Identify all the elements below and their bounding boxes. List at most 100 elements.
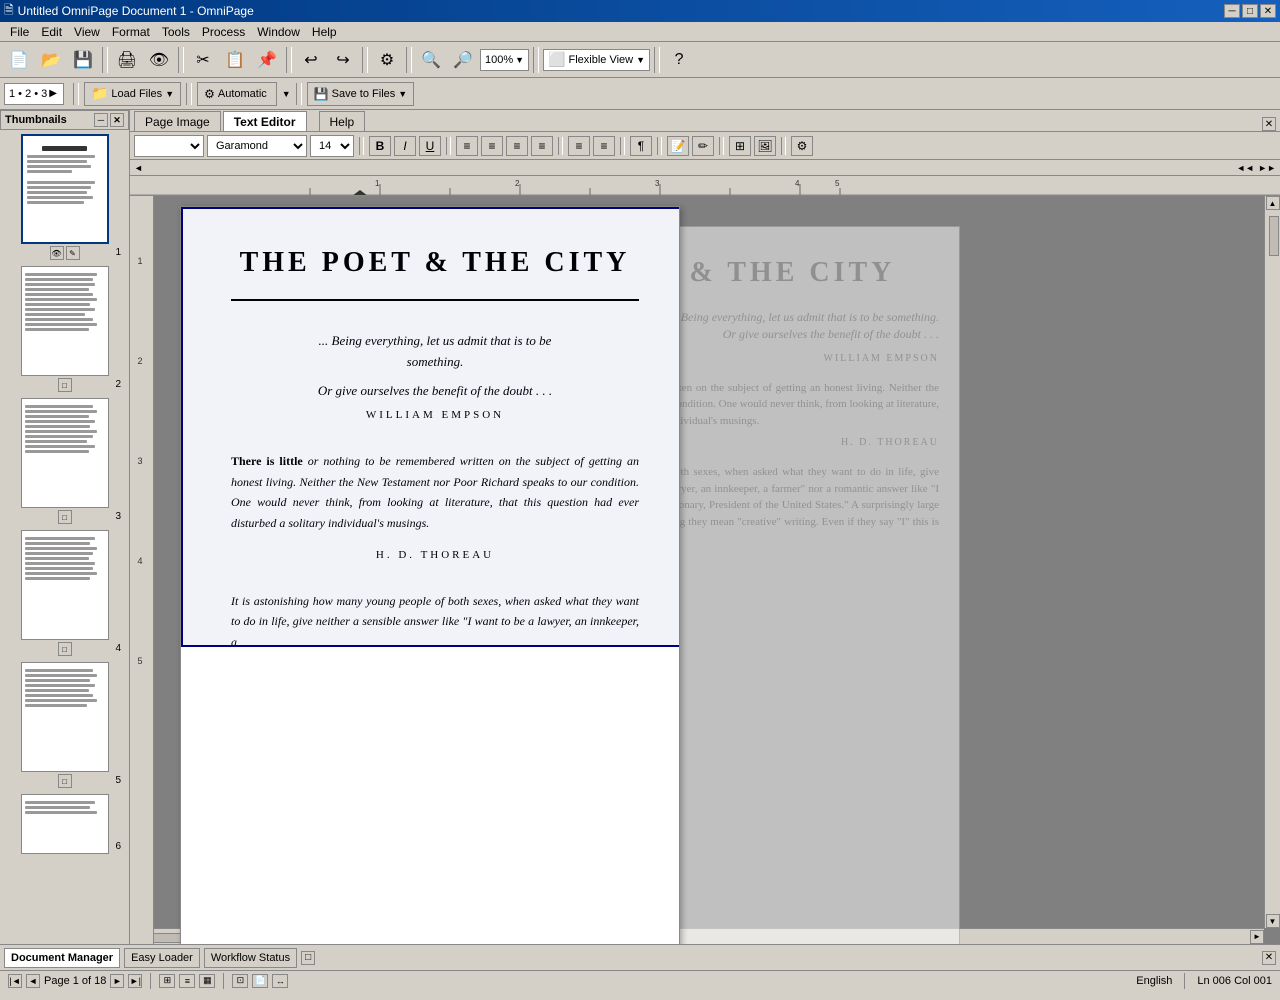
font-size-dropdown[interactable]: 14 <box>310 135 354 157</box>
align-left-button[interactable]: ≡ <box>456 136 478 156</box>
format-toolbar: Garamond 14 B I U ≡ ≡ ≡ ≡ ≡ ≡ ¶ 📝 ✏ ⊞ 🖼 <box>130 132 1280 160</box>
paste-button[interactable]: 📌 <box>252 46 282 74</box>
editor-area[interactable]: 1 2 3 4 5 THE POET & THE CITY ... Being … <box>130 196 1280 944</box>
rtl-button[interactable]: ¶ <box>630 136 652 156</box>
page-navigator[interactable]: 1 • 2 • 3 ▶ <box>4 83 64 105</box>
fmt-sep-5 <box>657 137 662 155</box>
menu-help[interactable]: Help <box>306 23 343 41</box>
list-view-button[interactable]: ≡ <box>179 974 195 988</box>
menu-tools[interactable]: Tools <box>156 23 196 41</box>
zoom-fit-button[interactable]: ⊡ <box>232 974 248 988</box>
grid-view-button[interactable]: ⊞ <box>159 974 175 988</box>
copy-button[interactable]: 📋 <box>220 46 250 74</box>
maximize-button[interactable]: □ <box>1242 4 1258 18</box>
scroll-down-button[interactable]: ▼ <box>1266 914 1280 928</box>
ruler-nav-left[interactable]: ◄◄ <box>1236 163 1254 173</box>
undo-button[interactable]: ↩ <box>296 46 326 74</box>
style-dropdown[interactable] <box>134 135 204 157</box>
format-extra-1[interactable]: ✏ <box>692 136 714 156</box>
thumb-3-number: 3 <box>115 511 121 522</box>
status-sep-2 <box>223 973 224 989</box>
zoom-page-button[interactable]: 📄 <box>252 974 268 988</box>
process-dropdown[interactable]: ▼ <box>282 89 291 99</box>
scroll-up-button[interactable]: ▲ <box>1266 196 1280 210</box>
thumbnails-header: Thumbnails ─ ✕ <box>0 110 129 130</box>
bottom-panel-maximize-button[interactable]: □ <box>301 951 315 965</box>
menu-edit[interactable]: Edit <box>35 23 68 41</box>
save-to-files-button[interactable]: 💾 Save to Files ▼ <box>307 82 414 106</box>
spell-button[interactable]: 📝 <box>667 136 689 156</box>
thumbnails-minimize-button[interactable]: ─ <box>94 113 108 127</box>
ruler-left-arrow[interactable]: ◄ <box>134 163 143 173</box>
thumbnail-page-5[interactable]: □ 5 <box>4 662 125 788</box>
workflow-status-button[interactable]: Workflow Status <box>204 948 297 968</box>
thumbnails-list[interactable]: 👁 ✎ 1 <box>0 130 129 944</box>
redo-button[interactable]: ↪ <box>328 46 358 74</box>
zoom-in-button[interactable]: 🔎 <box>448 46 478 74</box>
zoom-width-button[interactable]: ↔ <box>272 974 288 988</box>
scroll-right-button[interactable]: ► <box>1250 930 1264 944</box>
tab-help[interactable]: Help <box>319 111 366 131</box>
menu-view[interactable]: View <box>68 23 106 41</box>
page-nav-arrow[interactable]: ▶ <box>47 88 59 99</box>
thumbnail-page-4[interactable]: □ 4 <box>4 530 125 656</box>
tab-page-image[interactable]: Page Image <box>134 111 221 131</box>
thumbnails-close-button[interactable]: ✕ <box>110 113 124 127</box>
save-button[interactable]: 💾 <box>68 46 98 74</box>
menu-process[interactable]: Process <box>196 23 251 41</box>
align-justify-button[interactable]: ≡ <box>531 136 553 156</box>
cut-button[interactable]: ✂ <box>188 46 218 74</box>
panel-close-button[interactable]: ✕ <box>1262 117 1276 131</box>
image-button[interactable]: 🖼 <box>754 136 776 156</box>
zoom-out-button[interactable]: 🔍 <box>416 46 446 74</box>
settings-button[interactable]: ⚙ <box>372 46 402 74</box>
open-button[interactable]: 📂 <box>36 46 66 74</box>
format-extra-2[interactable]: ⚙ <box>791 136 813 156</box>
align-right-button[interactable]: ≡ <box>506 136 528 156</box>
ruler-svg: 1 2 3 4 5 <box>130 176 1280 196</box>
workflow-sep-2 <box>186 83 192 105</box>
bold-button[interactable]: B <box>369 136 391 156</box>
view-mode-selector[interactable]: ⬜ Flexible View ▼ <box>543 49 650 71</box>
load-files-dropdown-arrow[interactable]: ▼ <box>165 89 174 99</box>
numbered-list-button[interactable]: ≡ <box>593 136 615 156</box>
align-center-button[interactable]: ≡ <box>481 136 503 156</box>
toolbar-separator-7 <box>654 47 660 73</box>
tab-text-editor[interactable]: Text Editor <box>223 111 307 131</box>
thumbnail-page-3[interactable]: □ 3 <box>4 398 125 524</box>
menu-window[interactable]: Window <box>251 23 306 41</box>
process-button[interactable]: ⚙ Automatic <box>197 82 277 106</box>
last-page-button[interactable]: ►| <box>128 974 142 988</box>
preview-button[interactable]: 👁 <box>144 46 174 74</box>
italic-button[interactable]: I <box>394 136 416 156</box>
document-manager-button[interactable]: Document Manager <box>4 948 120 968</box>
menu-file[interactable]: File <box>4 23 35 41</box>
prev-page-button[interactable]: ◄ <box>26 974 40 988</box>
new-button[interactable]: 📄 <box>4 46 34 74</box>
page-container: THE POET & THE CITY ... Being everything… <box>180 206 1060 944</box>
scroll-thumb-vertical[interactable] <box>1269 216 1279 256</box>
table-button[interactable]: ⊞ <box>729 136 751 156</box>
zoom-level[interactable]: 100% ▼ <box>480 49 529 71</box>
first-page-button[interactable]: |◄ <box>8 974 22 988</box>
menu-bar: File Edit View Format Tools Process Wind… <box>0 22 1280 42</box>
detail-view-button[interactable]: ▦ <box>199 974 215 988</box>
save-dropdown-arrow[interactable]: ▼ <box>398 89 407 99</box>
thumbnail-page-6[interactable]: 6 <box>4 794 125 854</box>
load-files-button[interactable]: 📁 Load Files ▼ <box>84 82 181 106</box>
thumbnail-page-2[interactable]: □ 2 <box>4 266 125 392</box>
underline-button[interactable]: U <box>419 136 441 156</box>
bottom-panel-close-button[interactable]: ✕ <box>1262 951 1276 965</box>
next-page-button[interactable]: ► <box>110 974 124 988</box>
font-dropdown[interactable]: Garamond <box>207 135 307 157</box>
easy-loader-button[interactable]: Easy Loader <box>124 948 200 968</box>
print-button[interactable]: 🖨 <box>112 46 142 74</box>
minimize-button[interactable]: ─ <box>1224 4 1240 18</box>
menu-format[interactable]: Format <box>106 23 156 41</box>
help-button[interactable]: ? <box>664 46 694 74</box>
ruler-nav-right[interactable]: ►► <box>1258 163 1276 173</box>
close-button[interactable]: ✕ <box>1260 4 1276 18</box>
bullet-list-button[interactable]: ≡ <box>568 136 590 156</box>
thumbnail-page-1[interactable]: 👁 ✎ 1 <box>4 134 125 260</box>
vertical-scrollbar[interactable]: ▲ ▼ <box>1264 196 1280 928</box>
